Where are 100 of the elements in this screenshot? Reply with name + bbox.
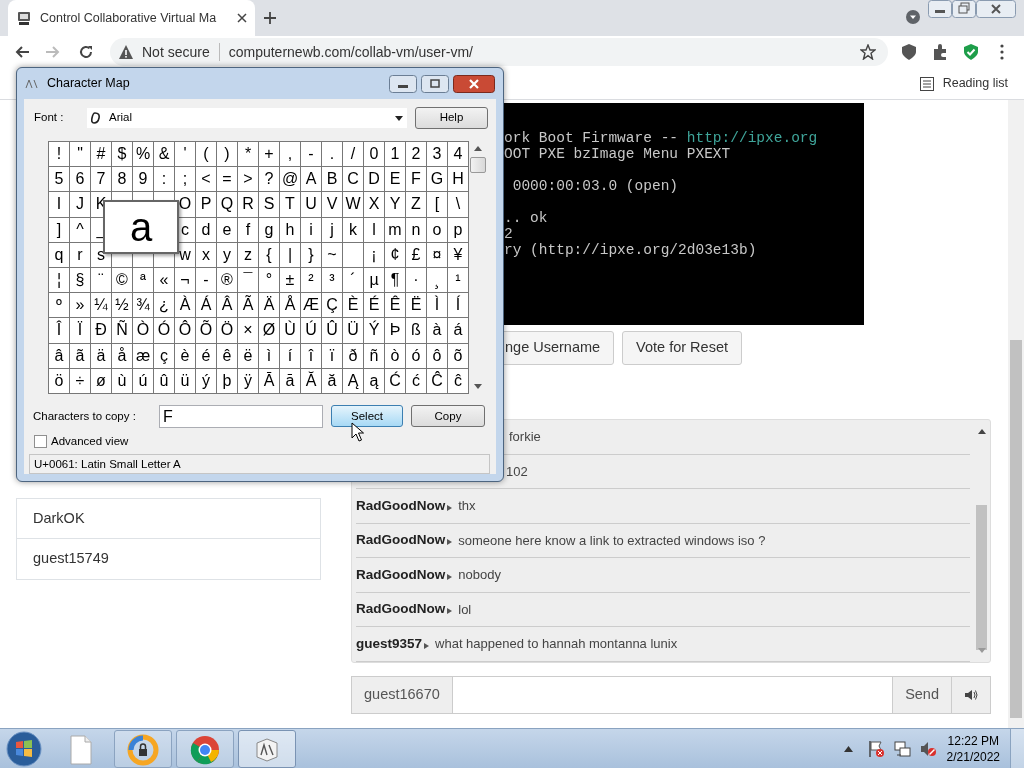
character-cell[interactable]: Ò [133, 318, 154, 344]
minimize-icon[interactable] [928, 0, 952, 18]
character-cell[interactable]: ¡ [364, 242, 385, 268]
maximize-icon[interactable] [421, 74, 449, 93]
character-cell[interactable]: Þ [385, 318, 406, 344]
character-cell[interactable]: ă [322, 368, 343, 394]
character-cell[interactable]: ² [301, 267, 322, 294]
character-cell[interactable]: Ö [217, 318, 238, 344]
character-cell[interactable]: F [406, 167, 427, 193]
character-cell[interactable]: ¸ [427, 267, 448, 294]
show-hidden-icon[interactable] [843, 745, 853, 752]
back-icon[interactable] [14, 44, 30, 60]
character-cell[interactable]: : [154, 167, 175, 193]
character-cell[interactable]: ' [175, 142, 196, 168]
character-cell[interactable]: . [322, 142, 343, 168]
character-cell[interactable]: | [280, 242, 301, 268]
character-cell[interactable]: < [196, 167, 217, 193]
character-cell[interactable]: ć [406, 368, 427, 394]
clock[interactable]: 12:22 PM 2/21/2022 [946, 732, 1000, 765]
character-cell[interactable]: G [427, 167, 448, 193]
character-cell[interactable]: f [238, 217, 259, 243]
font-dropdown[interactable]: Arial [87, 108, 407, 128]
character-cell[interactable]: » [70, 293, 91, 319]
scroll-up-icon[interactable] [978, 429, 986, 434]
character-cell[interactable]: i [301, 217, 322, 243]
character-cell[interactable]: E [385, 167, 406, 193]
puzzle-icon[interactable] [931, 43, 949, 61]
character-cell[interactable]: x [196, 242, 217, 268]
user-item[interactable]: DarkOK [16, 498, 321, 539]
character-cell[interactable]: Ê [385, 293, 406, 319]
character-cell[interactable]: À [175, 293, 196, 319]
close-icon[interactable] [976, 0, 1016, 18]
character-cell[interactable]: T [280, 192, 301, 218]
character-cell[interactable]: & [154, 142, 175, 168]
character-cell[interactable]: ì [259, 343, 280, 369]
character-cell[interactable]: o [427, 217, 448, 243]
character-cell[interactable]: m [385, 217, 406, 243]
character-cell[interactable]: ¹ [448, 267, 469, 294]
scroll-down-icon[interactable] [474, 384, 482, 389]
character-cell[interactable]: 2 [406, 142, 427, 168]
character-cell[interactable]: I [49, 192, 70, 218]
character-cell[interactable]: ÿ [238, 368, 259, 394]
character-cell[interactable]: ) [217, 142, 238, 168]
restore-icon[interactable] [952, 0, 976, 18]
menu-icon[interactable] [1000, 44, 1004, 60]
flag-icon[interactable] [866, 739, 885, 758]
character-cell[interactable]: õ [448, 343, 469, 369]
character-cell[interactable]: ë [238, 343, 259, 369]
character-cell[interactable]: $ [112, 142, 133, 168]
character-cell[interactable]: å [112, 343, 133, 369]
select-button[interactable]: Select [331, 405, 403, 428]
character-cell[interactable]: ü [175, 368, 196, 394]
character-cell[interactable]: É [364, 293, 385, 319]
character-cell[interactable]: k [343, 217, 364, 243]
character-cell[interactable]: ç [154, 343, 175, 369]
character-cell[interactable]: þ [217, 368, 238, 394]
character-cell[interactable]: Ï [70, 318, 91, 344]
character-cell[interactable]: X [364, 192, 385, 218]
character-cell[interactable]: ý [196, 368, 217, 394]
character-cell[interactable]: % [133, 142, 154, 168]
character-cell[interactable]: ¢ [385, 242, 406, 268]
scrollbar-thumb[interactable] [470, 157, 486, 173]
character-cell[interactable]: p [448, 217, 469, 243]
star-icon[interactable] [860, 44, 876, 60]
character-cell[interactable]: + [259, 142, 280, 168]
character-cell[interactable]: á [448, 318, 469, 344]
character-cell[interactable]: 0 [364, 142, 385, 168]
character-cell[interactable]: ą [364, 368, 385, 394]
character-cell[interactable]: [ [427, 192, 448, 218]
character-cell[interactable]: Z [406, 192, 427, 218]
character-cell[interactable]: Â [217, 293, 238, 319]
reading-list-button[interactable]: Reading list [918, 74, 1008, 93]
scrollbar-thumb[interactable] [976, 505, 987, 650]
address-bar[interactable]: Not secure computernewb.com/collab-vm/user-vm/ [110, 38, 888, 66]
character-cell[interactable]: ; [175, 167, 196, 193]
character-cell[interactable]: ¦ [49, 267, 70, 294]
character-cell[interactable]: ¤ [427, 242, 448, 268]
character-cell[interactable]: \ [448, 192, 469, 218]
character-cell[interactable]: = [217, 167, 238, 193]
character-cell[interactable]: 6 [70, 167, 91, 193]
character-cell[interactable]: J [70, 192, 91, 218]
browser-tab[interactable]: Control Collaborative Virtual Ma [8, 0, 255, 36]
character-cell[interactable]: · [406, 267, 427, 294]
character-cell[interactable]: º [49, 293, 70, 319]
character-cell[interactable]: z [238, 242, 259, 268]
character-cell[interactable]: h [280, 217, 301, 243]
character-cell[interactable]: 4 [448, 142, 469, 168]
character-cell[interactable]: é [196, 343, 217, 369]
character-cell[interactable]: Ù [280, 318, 301, 344]
character-cell[interactable]: ¯ [238, 267, 259, 294]
character-cell[interactable]: Å [280, 293, 301, 319]
character-cell[interactable]: 5 [49, 167, 70, 193]
new-tab-icon[interactable] [263, 11, 277, 25]
character-cell[interactable]: ù [112, 368, 133, 394]
character-cell[interactable]: 1 [385, 142, 406, 168]
character-cell[interactable]: ³ [322, 267, 343, 294]
close-icon[interactable] [237, 13, 247, 23]
empty-character-cell[interactable] [343, 242, 364, 268]
character-cell[interactable]: û [154, 368, 175, 394]
character-cell[interactable]: ^ [70, 217, 91, 243]
